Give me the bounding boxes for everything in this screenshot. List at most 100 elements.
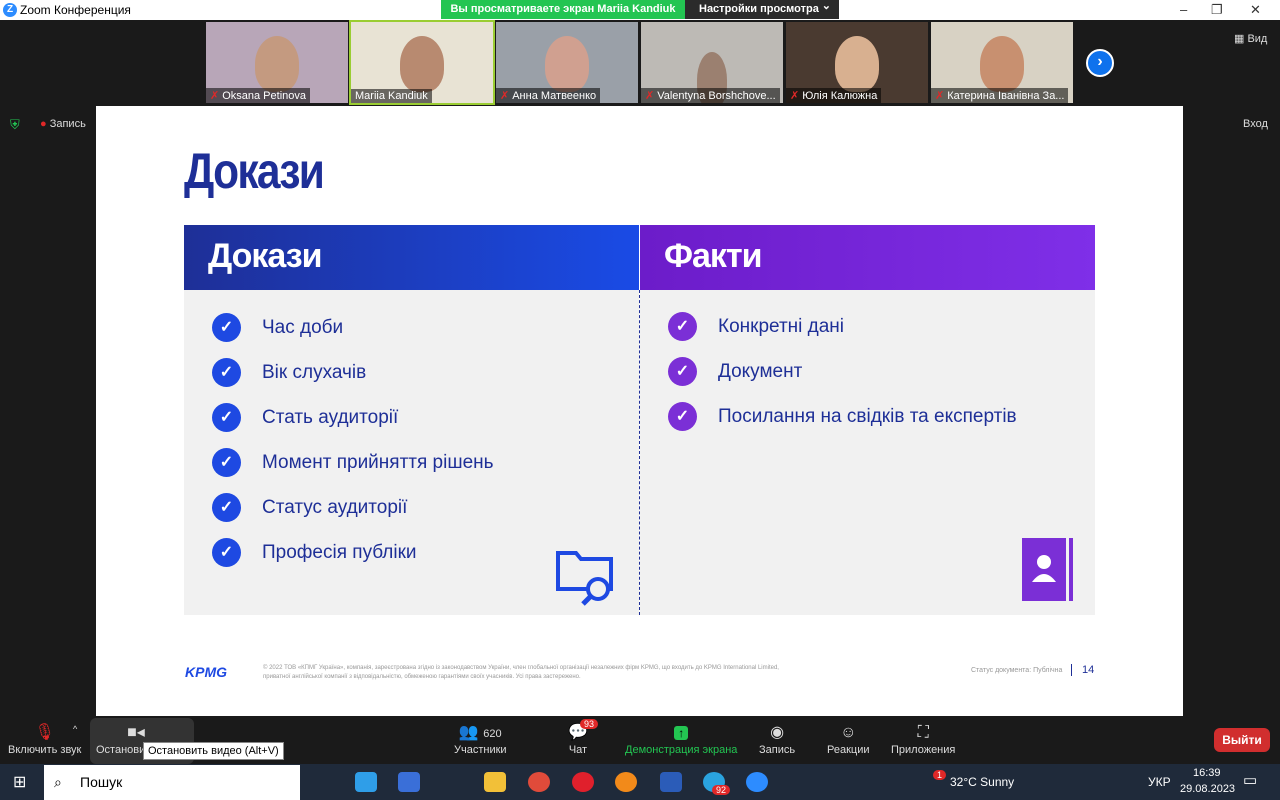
exit-button[interactable]: Вход bbox=[1243, 118, 1268, 130]
panel-header: Докази bbox=[184, 225, 639, 290]
view-button[interactable]: ▦ Вид bbox=[1234, 32, 1267, 45]
leave-button[interactable]: Выйти bbox=[1214, 728, 1270, 752]
list-item: ✓ Професія публіки bbox=[212, 538, 417, 567]
record-icon: ◉ bbox=[770, 724, 785, 741]
window-title: Zoom Конференция bbox=[20, 3, 131, 17]
smiley-icon: ☺ bbox=[840, 724, 857, 741]
language-indicator[interactable]: УКР bbox=[1148, 775, 1171, 789]
apps-button[interactable]: ⛶ Приложения bbox=[891, 722, 955, 756]
weather-badge: 1 bbox=[933, 770, 947, 780]
panel-header: Факти bbox=[640, 225, 1095, 290]
list-item: ✓ Вік слухачів bbox=[212, 358, 366, 387]
video-camera-icon: ■◂ bbox=[127, 724, 145, 741]
participants-button[interactable]: 👥 620 Участники bbox=[454, 722, 507, 756]
chrome-icon[interactable] bbox=[528, 772, 550, 792]
recording-label: Запись bbox=[49, 118, 86, 130]
participant-name: Oksana Petinova bbox=[222, 90, 306, 102]
chat-label: Чат bbox=[568, 744, 588, 756]
opera-icon[interactable] bbox=[572, 772, 594, 792]
mic-muted-icon: ✗ bbox=[500, 90, 510, 102]
next-page-button[interactable]: › bbox=[1086, 49, 1114, 77]
zoom-logo-icon: Z bbox=[3, 3, 17, 17]
folder-search-icon bbox=[556, 551, 613, 606]
audio-options-chevron[interactable]: ^ bbox=[73, 724, 77, 734]
security-shield-icon[interactable]: ⛨ bbox=[10, 117, 20, 133]
video-tile-active-speaker[interactable]: Mariia Kandiuk bbox=[349, 20, 495, 105]
unmute-label: Включить звук bbox=[8, 744, 82, 756]
participant-video bbox=[980, 36, 1024, 92]
record-label: Запись bbox=[759, 744, 796, 756]
windows-start-icon[interactable]: ⊞ bbox=[13, 772, 26, 792]
item-label: Вік слухачів bbox=[262, 361, 367, 383]
participant-name: Valentyna Borshchove... bbox=[657, 90, 776, 102]
weather-widget[interactable]: 32°C Sunny bbox=[950, 775, 1014, 789]
search-icon: ⌕ bbox=[54, 774, 62, 790]
facts-panel: Факти ✓ Конкретні дані ✓ Документ ✓ Посилан… bbox=[640, 225, 1095, 615]
notifications-icon[interactable]: ▭ bbox=[1243, 771, 1257, 789]
participant-video bbox=[545, 36, 589, 92]
video-tile[interactable]: ✗ Юлія Калюжна bbox=[786, 22, 928, 103]
video-tile[interactable]: ✗ Oksana Petinova bbox=[206, 22, 348, 103]
record-dot-icon: ● bbox=[40, 118, 50, 130]
word-icon[interactable] bbox=[660, 772, 682, 792]
item-label: Конкретні дані bbox=[718, 315, 845, 337]
share-label: Демонстрация экрана bbox=[625, 744, 738, 756]
mic-muted-icon: ✗ bbox=[645, 90, 655, 102]
slide-title: Докази bbox=[184, 143, 325, 199]
chat-unread-badge: 93 bbox=[580, 719, 599, 729]
view-settings-label: Настройки просмотра bbox=[699, 3, 819, 15]
participant-video bbox=[400, 36, 444, 92]
list-item: ✓ Посилання на свідків та експертів bbox=[668, 402, 1017, 431]
tooltip: Остановить видео (Alt+V) bbox=[143, 742, 284, 760]
recording-indicator[interactable]: ● Запись bbox=[40, 118, 86, 130]
item-label: Стать аудиторії bbox=[262, 406, 399, 428]
evidence-panel: Докази ✓ Час доби ✓ Вік слухачів ✓ Стать ау… bbox=[184, 225, 639, 615]
search-placeholder: Пошук bbox=[80, 774, 123, 790]
reactions-label: Реакции bbox=[827, 744, 870, 756]
participant-video bbox=[835, 36, 879, 92]
participant-name: Mariia Kandiuk bbox=[355, 90, 428, 102]
video-tile[interactable]: ✗ Анна Матвеенко bbox=[496, 22, 638, 103]
item-label: Момент прийняття рішень bbox=[262, 451, 494, 473]
item-label: Професія публіки bbox=[262, 541, 417, 563]
check-icon: ✓ bbox=[212, 403, 241, 432]
contact-book-icon bbox=[1022, 538, 1073, 601]
check-icon: ✓ bbox=[212, 448, 241, 477]
check-icon: ✓ bbox=[668, 312, 697, 341]
minimize-button[interactable]: – bbox=[1180, 2, 1187, 17]
file-explorer-icon[interactable] bbox=[484, 772, 506, 792]
reactions-button[interactable]: ☺ Реакции bbox=[827, 722, 870, 756]
sharing-banner: Вы просматриваете экран Mariia Kandiuk bbox=[441, 0, 685, 19]
apps-label: Приложения bbox=[891, 744, 956, 756]
item-label: Документ bbox=[718, 360, 803, 382]
kpmg-logo: KPMG bbox=[185, 664, 227, 680]
record-button[interactable]: ◉ Запись bbox=[759, 722, 795, 756]
check-icon: ✓ bbox=[668, 402, 697, 431]
item-label: Посилання на свідків та експертів bbox=[718, 405, 1017, 427]
clock-date[interactable]: 29.08.2023 bbox=[1180, 783, 1235, 795]
firefox-icon[interactable] bbox=[615, 772, 637, 792]
grid-icon: ▦ bbox=[1234, 33, 1248, 45]
check-icon: ✓ bbox=[212, 358, 241, 387]
unmute-button[interactable]: 🎙 Включить звук bbox=[8, 722, 81, 756]
list-item: ✓ Стать аудиторії bbox=[212, 403, 398, 432]
share-screen-button[interactable]: ↑ Демонстрация экрана bbox=[625, 722, 737, 756]
taskbar-search[interactable]: ⌕ Пошук bbox=[44, 765, 300, 800]
video-tile[interactable]: ✗ Катерина Іванівна За... bbox=[931, 22, 1073, 103]
share-arrow-icon: ↑ bbox=[674, 726, 689, 740]
app-icon[interactable] bbox=[398, 772, 420, 792]
check-icon: ✓ bbox=[212, 493, 241, 522]
telegram-badge: 92 bbox=[712, 785, 731, 795]
participants-count: 620 bbox=[483, 728, 502, 740]
video-tile[interactable]: ✗ Valentyna Borshchove... bbox=[641, 22, 783, 103]
clock-time[interactable]: 16:39 bbox=[1193, 767, 1221, 779]
zoom-taskbar-icon[interactable] bbox=[746, 772, 768, 792]
mic-muted-icon: 🎙 bbox=[34, 724, 55, 741]
close-button[interactable]: ✕ bbox=[1250, 2, 1261, 18]
restore-button[interactable]: ❐ bbox=[1211, 2, 1223, 18]
view-settings-button[interactable]: Настройки просмотра ⌄ bbox=[685, 0, 839, 19]
edge-icon[interactable] bbox=[355, 772, 377, 792]
check-icon: ✓ bbox=[668, 357, 697, 386]
list-item: ✓ Документ bbox=[668, 357, 802, 386]
apps-icon: ⛶ bbox=[917, 724, 929, 741]
